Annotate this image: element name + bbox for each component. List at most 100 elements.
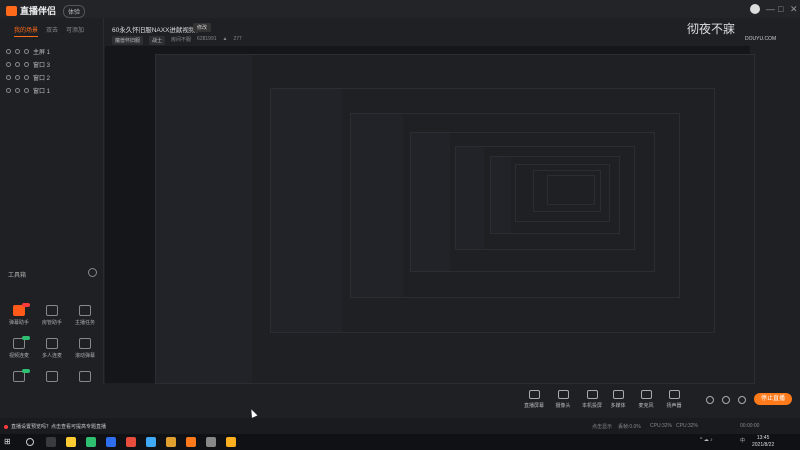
- tab-scene-2[interactable]: 双去: [46, 25, 58, 37]
- screen-icon: [528, 390, 540, 399]
- windows-taskbar: ⊞ ^ ☁ ♪ 中 13:45 2021/8/22: [0, 434, 800, 450]
- camera-label: 摄像头: [555, 403, 571, 409]
- tool-item[interactable]: 视频连麦: [4, 336, 34, 359]
- recursive-sidebar: [411, 133, 450, 271]
- tool-item[interactable]: 弹幕助手: [4, 303, 34, 326]
- taskbar-app-icon[interactable]: [206, 437, 216, 447]
- windows-start-icon[interactable]: ⊞: [4, 437, 14, 447]
- tool-item[interactable]: 滚动弹幕: [70, 338, 100, 359]
- app-logo: 直播伴侣: [6, 4, 56, 17]
- taskbar-app-icon[interactable]: [66, 437, 76, 447]
- lock-icon[interactable]: [15, 75, 20, 80]
- tool-icon: [13, 336, 30, 349]
- media-label: 多媒体: [610, 403, 626, 409]
- toolbox-title: 工具箱: [8, 273, 27, 279]
- taskbar-app-icon[interactable]: [146, 437, 156, 447]
- tool-icon: [46, 371, 58, 382]
- tool-icon: [46, 338, 58, 349]
- title-bar: 直播伴侣 体验 — □ ✕: [0, 0, 800, 18]
- new-badge: [22, 369, 30, 373]
- douyu-live-companion-window: 直播伴侣 体验 — □ ✕ 彻夜不寐 DOUYU.COM 我的场景 双去 可添加…: [0, 0, 800, 434]
- tray-icons[interactable]: ^ ☁ ♪: [700, 437, 713, 443]
- notice[interactable]: 直播设置预览吗？点击查看可提高专题直播: [4, 423, 106, 430]
- eye-icon[interactable]: [6, 62, 11, 67]
- stream-preview[interactable]: [105, 46, 755, 384]
- category-chip[interactable]: 魔兽怀旧服: [112, 36, 144, 45]
- lock-icon[interactable]: [15, 88, 20, 93]
- eye-icon[interactable]: [6, 49, 11, 54]
- tool-item[interactable]: 主播任务: [70, 305, 100, 326]
- stat-3: CPU:32%: [650, 423, 672, 429]
- maximize-button[interactable]: □: [778, 4, 783, 14]
- category-tag[interactable]: 战士: [149, 36, 166, 45]
- recursive-preview-9: [547, 175, 595, 205]
- stream-title: 60永久怀旧服NAXX进献视频！: [112, 27, 202, 34]
- tool-item[interactable]: 房管助手: [37, 305, 67, 326]
- window-icon: [24, 75, 29, 80]
- camera-button[interactable]: 摄像头: [549, 390, 577, 409]
- source-list: 主屏 1 窗口 3 窗口 2 窗口 1: [0, 45, 103, 97]
- recursive-sidebar: [156, 55, 252, 383]
- camera-icon: [557, 390, 569, 399]
- taskbar-app-icon[interactable]: [106, 437, 116, 447]
- alert-dot-icon: [4, 424, 8, 429]
- ime-indicator[interactable]: 中: [740, 437, 745, 444]
- close-button[interactable]: ✕: [790, 4, 798, 15]
- edit-title-button[interactable]: 修改: [193, 23, 212, 32]
- search-icon[interactable]: [26, 438, 34, 446]
- refresh-icon[interactable]: [88, 268, 97, 277]
- taskbar-app-icon[interactable]: [86, 437, 96, 447]
- watermark-site: DOUYU.COM: [745, 36, 777, 42]
- source-label: 主屏 1: [33, 50, 51, 56]
- taskbar-app-icon[interactable]: [46, 437, 56, 447]
- speaker-button[interactable]: 扬声器: [660, 390, 688, 409]
- recursive-sidebar: [456, 147, 485, 249]
- clock-time: 13:45: [756, 435, 770, 441]
- source-item[interactable]: 主屏 1: [0, 45, 103, 58]
- taskbar-app-icon[interactable]: [126, 437, 136, 447]
- screen-capture-button[interactable]: 直播屏幕: [520, 390, 548, 409]
- tool-item[interactable]: 多人连麦: [37, 338, 67, 359]
- tool-icon: [46, 305, 58, 316]
- taskbar-app-icon[interactable]: [166, 437, 176, 447]
- tool-label: 滚动弹幕: [74, 353, 95, 359]
- stat-2: 丢帧:0.0%: [618, 424, 641, 430]
- tool-icon: [13, 369, 30, 382]
- mobile-icon[interactable]: [722, 396, 730, 404]
- clock-date: 2021/8/22: [752, 442, 775, 448]
- tool-icon: [13, 303, 30, 316]
- app-logo-text: 直播伴侣: [20, 6, 57, 16]
- monitor-icon: [24, 49, 29, 54]
- lock-icon[interactable]: [15, 49, 20, 54]
- version-badge[interactable]: 体验: [63, 5, 86, 18]
- tool-item[interactable]: [37, 371, 67, 385]
- tool-label: 弹幕助手: [8, 320, 29, 326]
- source-label: 窗口 2: [33, 76, 51, 82]
- tool-label: 主播任务: [74, 320, 95, 326]
- minimize-button[interactable]: —: [766, 4, 775, 14]
- settings-icon[interactable]: [738, 396, 746, 404]
- source-item[interactable]: 窗口 2: [0, 71, 103, 84]
- tool-icon: [79, 305, 91, 316]
- stop-live-button[interactable]: 停止直播: [754, 393, 792, 405]
- taskbar-clock[interactable]: 13:45 2021/8/22: [752, 435, 774, 449]
- taskbar-app-icon[interactable]: [186, 437, 196, 447]
- media-button[interactable]: 多媒体: [604, 390, 632, 409]
- phone-cast-button[interactable]: 本机投屏: [578, 390, 606, 409]
- tab-my-scenes[interactable]: 我的场景: [14, 25, 39, 37]
- record-icon[interactable]: [706, 396, 714, 404]
- microphone-button[interactable]: 麦克风: [632, 390, 660, 409]
- media-icon: [612, 390, 624, 399]
- source-item[interactable]: 窗口 3: [0, 58, 103, 71]
- taskbar-app-icon[interactable]: [226, 437, 236, 447]
- eye-icon[interactable]: [6, 75, 11, 80]
- avatar[interactable]: [750, 4, 760, 14]
- eye-icon[interactable]: [6, 88, 11, 93]
- lock-icon[interactable]: [15, 62, 20, 67]
- window-icon: [24, 88, 29, 93]
- source-item[interactable]: 窗口 1: [0, 84, 103, 97]
- new-badge: [22, 336, 30, 340]
- popularity-count: 277: [233, 36, 242, 42]
- tab-scene-3[interactable]: 可添加: [66, 25, 84, 37]
- phone-cast-label: 本机投屏: [581, 403, 602, 409]
